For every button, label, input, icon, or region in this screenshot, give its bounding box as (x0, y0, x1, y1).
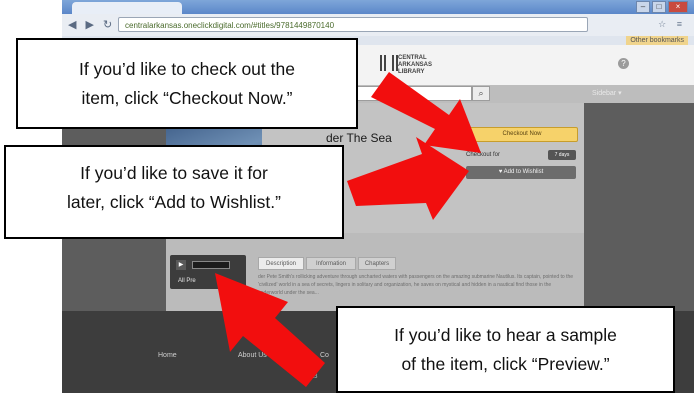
preview-player[interactable]: ▶ All Pre (170, 255, 246, 289)
item-title: der The Sea (326, 131, 392, 145)
preview-progress-bar[interactable] (192, 261, 230, 269)
help-icon[interactable]: ? (618, 58, 629, 69)
maximize-icon[interactable]: □ (652, 1, 666, 13)
star-and-wrench-icons[interactable]: ☆ ≡ (658, 19, 686, 30)
close-icon[interactable]: × (668, 1, 688, 13)
tab-information[interactable]: Information (306, 257, 356, 270)
checkout-period-select[interactable]: 7 days (548, 150, 576, 160)
item-description-text: der Pete Smith's rollicking adventure th… (258, 274, 574, 296)
footer-link-contact[interactable]: Co (320, 352, 329, 359)
callout-line: If you’d like to check out the (79, 59, 295, 79)
wishlist-instruction-callout: If you’d like to save it for later, clic… (4, 145, 344, 239)
navigation-icons[interactable]: ◀ ▶ ↻ (68, 18, 115, 31)
checkout-instruction-callout: If you’d like to check out the item, cli… (16, 38, 358, 129)
callout-line: of the item, click “Preview.” (401, 354, 610, 374)
add-to-wishlist-button[interactable]: ♥ Add to Wishlist (466, 166, 576, 179)
callout-line: If you’d like to hear a sample (394, 325, 617, 345)
browser-tab[interactable] (72, 2, 182, 14)
footer-link-home[interactable]: Home (158, 352, 177, 359)
address-bar[interactable]: centralarkansas.oneclickdigital.com/#tit… (118, 17, 588, 32)
callout-line: If you’d like to save it for (80, 163, 268, 183)
callout-line: later, click “Add to Wishlist.” (67, 192, 281, 212)
search-icon[interactable]: ⌕ (472, 86, 490, 101)
account-menu[interactable]: Sidebar ▾ (592, 89, 622, 97)
play-icon[interactable]: ▶ (176, 260, 186, 270)
library-logo-text[interactable]: CENTRAL ARKANSAS LIBRARY (398, 55, 438, 76)
checkout-now-button[interactable]: Checkout Now (466, 127, 578, 142)
browser-toolbar: ◀ ▶ ↻ centralarkansas.oneclickdigital.co… (62, 14, 694, 37)
browser-title-bar: – □ × (62, 0, 694, 14)
preview-button-label[interactable]: All Pre (178, 278, 196, 284)
checkout-for-label: Checkout for (466, 152, 501, 158)
tab-description[interactable]: Description (258, 257, 304, 270)
minimize-icon[interactable]: – (636, 1, 650, 13)
tab-chapters[interactable]: Chapters (358, 257, 396, 270)
item-lower-section: ▶ All Pre Description Information Chapte… (166, 233, 584, 311)
footer-link-about-us[interactable]: About Us (238, 352, 267, 359)
window-controls: – □ × (636, 1, 688, 13)
copyright-text: © 2013 (298, 374, 318, 380)
library-logo-icon[interactable] (380, 55, 398, 71)
callout-line: item, click “Checkout Now.” (81, 88, 293, 108)
preview-instruction-callout: If you’d like to hear a sample of the it… (336, 306, 675, 393)
other-bookmarks-folder[interactable]: Other bookmarks (626, 36, 688, 45)
